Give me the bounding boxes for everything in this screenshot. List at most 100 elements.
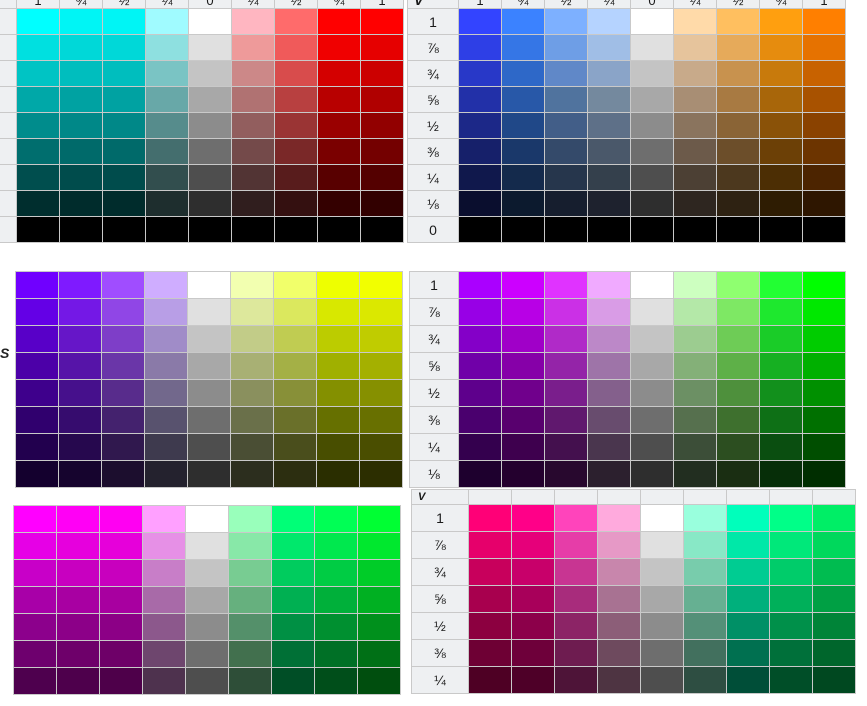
color-swatch[interactable] [759, 433, 803, 461]
color-swatch[interactable] [468, 585, 512, 613]
color-swatch[interactable] [230, 379, 274, 407]
color-swatch[interactable] [271, 532, 315, 560]
color-swatch[interactable] [501, 406, 545, 434]
color-swatch[interactable] [144, 460, 188, 488]
color-swatch[interactable] [317, 86, 361, 113]
color-swatch[interactable] [630, 379, 674, 407]
color-swatch[interactable] [274, 164, 318, 191]
color-swatch[interactable] [359, 352, 403, 380]
color-swatch[interactable] [716, 460, 760, 488]
color-swatch[interactable] [56, 640, 100, 668]
color-swatch[interactable] [271, 586, 315, 614]
color-swatch[interactable] [759, 406, 803, 434]
color-swatch[interactable] [759, 460, 803, 488]
color-swatch[interactable] [314, 586, 358, 614]
color-swatch[interactable] [317, 34, 361, 61]
color-swatch[interactable] [640, 585, 684, 613]
color-swatch[interactable] [99, 559, 143, 587]
color-swatch[interactable] [357, 586, 401, 614]
color-swatch[interactable] [357, 559, 401, 587]
color-swatch[interactable] [101, 433, 145, 461]
color-swatch[interactable] [501, 8, 545, 35]
color-swatch[interactable] [360, 34, 404, 61]
color-swatch[interactable] [13, 505, 57, 533]
color-swatch[interactable] [16, 60, 60, 87]
color-swatch[interactable] [630, 34, 674, 61]
color-swatch[interactable] [145, 190, 189, 217]
color-swatch[interactable] [802, 379, 846, 407]
color-swatch[interactable] [716, 298, 760, 326]
color-swatch[interactable] [317, 216, 361, 243]
color-swatch[interactable] [274, 112, 318, 139]
color-swatch[interactable] [802, 298, 846, 326]
color-swatch[interactable] [759, 379, 803, 407]
color-swatch[interactable] [726, 612, 770, 640]
color-swatch[interactable] [274, 216, 318, 243]
color-swatch[interactable] [501, 433, 545, 461]
color-swatch[interactable] [759, 86, 803, 113]
color-swatch[interactable] [13, 559, 57, 587]
color-swatch[interactable] [274, 138, 318, 165]
color-swatch[interactable] [13, 667, 57, 695]
color-swatch[interactable] [673, 190, 717, 217]
color-swatch[interactable] [716, 379, 760, 407]
color-swatch[interactable] [187, 271, 231, 299]
color-swatch[interactable] [630, 271, 674, 299]
color-swatch[interactable] [501, 138, 545, 165]
color-swatch[interactable] [673, 352, 717, 380]
color-swatch[interactable] [187, 298, 231, 326]
color-swatch[interactable] [316, 379, 360, 407]
color-swatch[interactable] [458, 8, 502, 35]
color-swatch[interactable] [802, 460, 846, 488]
color-swatch[interactable] [726, 558, 770, 586]
color-swatch[interactable] [16, 34, 60, 61]
color-swatch[interactable] [716, 34, 760, 61]
color-swatch[interactable] [230, 433, 274, 461]
color-swatch[interactable] [587, 298, 631, 326]
color-swatch[interactable] [271, 640, 315, 668]
color-swatch[interactable] [673, 138, 717, 165]
color-swatch[interactable] [812, 666, 856, 694]
color-swatch[interactable] [360, 190, 404, 217]
color-swatch[interactable] [683, 666, 727, 694]
color-swatch[interactable] [56, 505, 100, 533]
color-swatch[interactable] [802, 433, 846, 461]
color-swatch[interactable] [101, 325, 145, 353]
color-swatch[interactable] [501, 112, 545, 139]
color-swatch[interactable] [759, 112, 803, 139]
color-swatch[interactable] [187, 406, 231, 434]
color-swatch[interactable] [230, 325, 274, 353]
color-swatch[interactable] [802, 60, 846, 87]
color-swatch[interactable] [673, 60, 717, 87]
color-swatch[interactable] [360, 60, 404, 87]
color-swatch[interactable] [812, 612, 856, 640]
color-swatch[interactable] [316, 352, 360, 380]
color-swatch[interactable] [359, 433, 403, 461]
color-swatch[interactable] [726, 531, 770, 559]
color-swatch[interactable] [56, 532, 100, 560]
color-swatch[interactable] [673, 34, 717, 61]
color-swatch[interactable] [468, 558, 512, 586]
color-swatch[interactable] [58, 379, 102, 407]
color-swatch[interactable] [544, 216, 588, 243]
color-swatch[interactable] [16, 216, 60, 243]
color-swatch[interactable] [716, 60, 760, 87]
color-swatch[interactable] [231, 190, 275, 217]
color-swatch[interactable] [683, 504, 727, 532]
color-swatch[interactable] [759, 216, 803, 243]
color-swatch[interactable] [630, 190, 674, 217]
color-swatch[interactable] [144, 325, 188, 353]
color-swatch[interactable] [187, 379, 231, 407]
color-swatch[interactable] [759, 34, 803, 61]
color-swatch[interactable] [501, 298, 545, 326]
color-swatch[interactable] [274, 60, 318, 87]
color-swatch[interactable] [228, 532, 272, 560]
color-swatch[interactable] [769, 531, 813, 559]
color-swatch[interactable] [316, 433, 360, 461]
color-swatch[interactable] [59, 60, 103, 87]
color-swatch[interactable] [230, 460, 274, 488]
color-swatch[interactable] [802, 271, 846, 299]
color-swatch[interactable] [102, 8, 146, 35]
color-swatch[interactable] [458, 164, 502, 191]
color-swatch[interactable] [99, 667, 143, 695]
